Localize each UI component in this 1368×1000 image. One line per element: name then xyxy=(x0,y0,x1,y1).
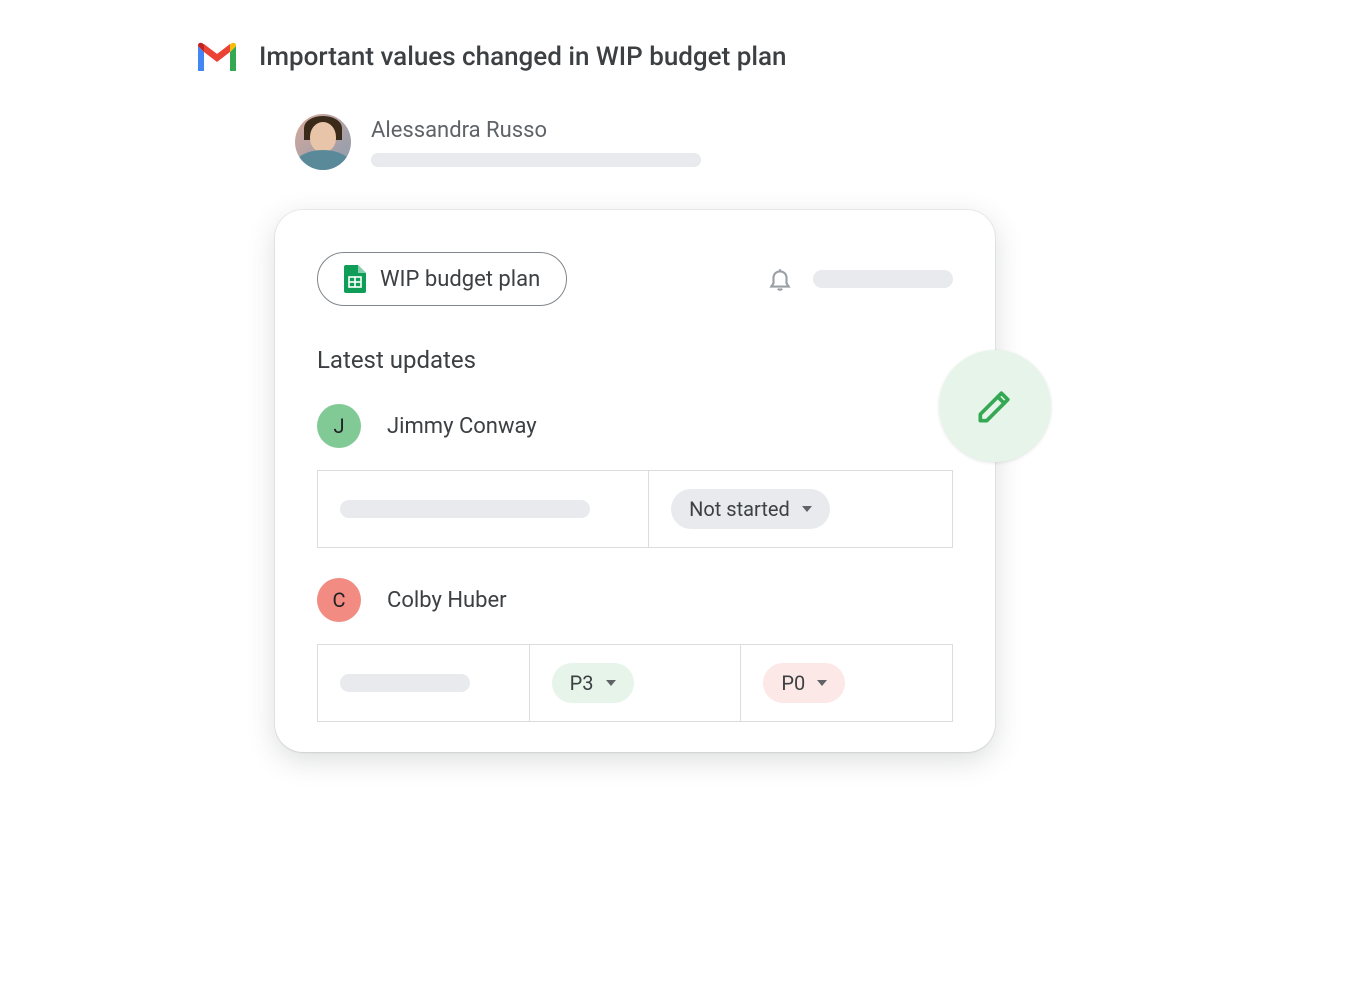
table-row: P3 P0 xyxy=(317,644,953,722)
chevron-down-icon xyxy=(606,680,616,686)
user-avatar[interactable]: J xyxy=(317,404,361,448)
update-user-row: C Colby Huber xyxy=(317,578,953,622)
priority-to-chip[interactable]: P0 xyxy=(763,663,845,703)
priority-chip-label: P3 xyxy=(570,671,594,695)
sender-meta-placeholder xyxy=(371,153,701,167)
table-row: Not started xyxy=(317,470,953,548)
pencil-icon xyxy=(973,384,1017,428)
document-chip[interactable]: WIP budget plan xyxy=(317,252,567,306)
update-user-row: J Jimmy Conway xyxy=(317,404,953,448)
document-chip-label: WIP budget plan xyxy=(380,267,540,292)
cell-placeholder xyxy=(340,500,590,518)
chevron-down-icon xyxy=(802,506,812,512)
sender-row: Alessandra Russo xyxy=(295,114,1095,170)
user-name: Colby Huber xyxy=(387,588,507,613)
header-meta-placeholder xyxy=(813,270,953,288)
updates-card: WIP budget plan Latest updates J Jimmy C… xyxy=(275,210,995,752)
cell-placeholder xyxy=(340,674,470,692)
edit-fab[interactable] xyxy=(939,350,1051,462)
gmail-logo-icon xyxy=(195,40,239,74)
user-name: Jimmy Conway xyxy=(387,414,537,439)
sheets-icon xyxy=(344,265,366,293)
sender-name: Alessandra Russo xyxy=(371,118,701,143)
email-header: Important values changed in WIP budget p… xyxy=(195,40,1095,74)
user-avatar[interactable]: C xyxy=(317,578,361,622)
section-title: Latest updates xyxy=(317,346,953,374)
chevron-down-icon xyxy=(817,680,827,686)
email-subject: Important values changed in WIP budget p… xyxy=(259,42,786,72)
priority-from-chip[interactable]: P3 xyxy=(552,663,634,703)
sender-avatar[interactable] xyxy=(295,114,351,170)
status-chip[interactable]: Not started xyxy=(671,489,830,529)
priority-chip-label: P0 xyxy=(781,671,805,695)
status-chip-label: Not started xyxy=(689,497,790,521)
bell-icon[interactable] xyxy=(767,266,793,292)
